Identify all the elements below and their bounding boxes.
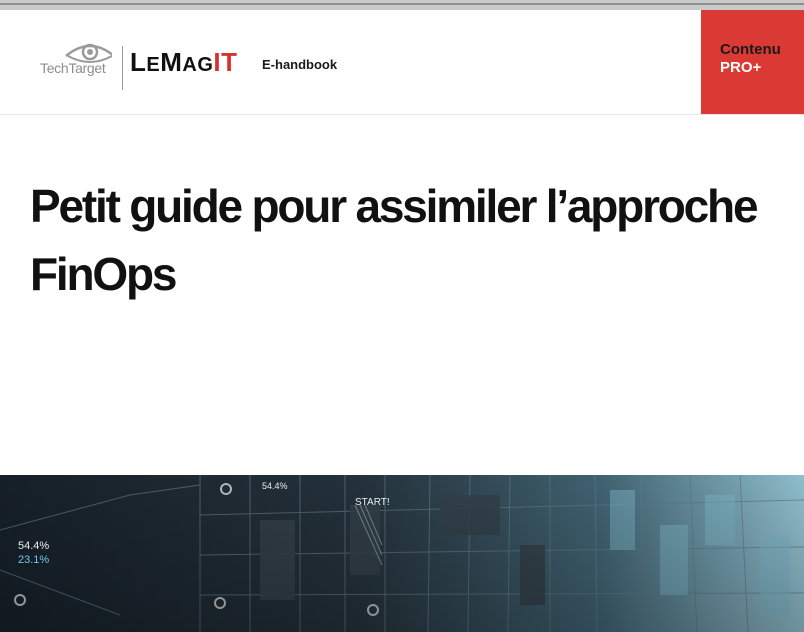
hero-stat-3: 54.4%	[262, 481, 288, 491]
hero-dashboard-graphic: 54.4% 23.1% 54.4% START!	[0, 475, 804, 632]
techtarget-logo: TechTarget	[40, 60, 106, 76]
logo-divider	[122, 46, 123, 90]
hero-start-label: START!	[355, 497, 390, 508]
hero-stat-1: 54.4%	[18, 540, 49, 552]
document-header: TechTarget LEMAGIT E-handbook	[0, 10, 804, 115]
badge-line-2: PRO+	[720, 59, 762, 76]
pro-content-badge: Contenu PRO+	[701, 10, 804, 114]
document-title: Petit guide pour assimiler l’approche Fi…	[30, 180, 759, 300]
hero-image: 54.4% 23.1% 54.4% START!	[0, 475, 804, 632]
badge-line-1: Contenu	[720, 41, 781, 58]
top-border	[0, 0, 804, 10]
hero-stat-2: 23.1%	[18, 554, 49, 566]
lemagit-logo: LEMAGIT	[130, 47, 238, 77]
publication-type: E-handbook	[262, 57, 338, 72]
